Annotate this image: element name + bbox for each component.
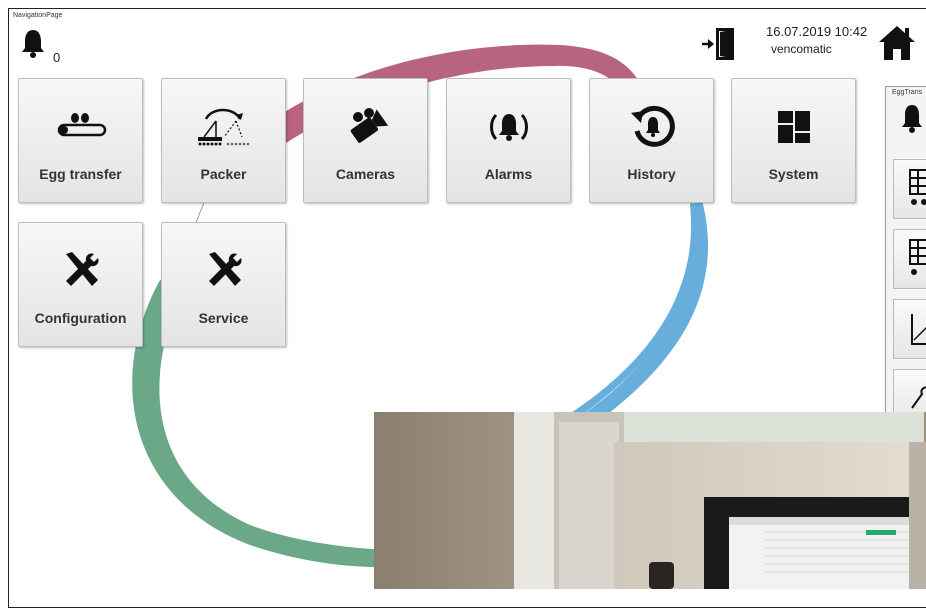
tile-label: Cameras <box>335 166 396 182</box>
egg-transfer-panel-preview: EggTrans <box>885 86 926 429</box>
tile-label: Alarms <box>484 166 533 182</box>
system-grid-icon <box>732 105 855 149</box>
camera-icon <box>304 105 427 149</box>
alarm-count: 0 <box>53 50 61 65</box>
tile-label: Service <box>198 310 249 326</box>
history-icon <box>590 105 713 149</box>
history-button[interactable]: History <box>589 78 714 203</box>
egg-transfer-button[interactable]: Egg transfer <box>18 78 143 203</box>
packer-icon <box>162 105 285 149</box>
configuration-button[interactable]: Configuration <box>18 222 143 347</box>
tile-label: Configuration <box>34 310 127 326</box>
tile-label: Packer <box>200 166 247 182</box>
table-icon <box>893 159 926 219</box>
username: vencomatic <box>771 42 832 56</box>
alarm-bell-icon <box>447 105 570 149</box>
service-button[interactable]: Service <box>161 222 286 347</box>
cameras-button[interactable]: Cameras <box>303 78 428 203</box>
tile-label: Egg transfer <box>39 166 122 182</box>
alarms-button[interactable]: Alarms <box>446 78 571 203</box>
bell-icon <box>902 105 922 133</box>
page-label: NavigationPage <box>13 12 63 19</box>
table-icon <box>893 229 926 289</box>
egg-conveyor-icon <box>19 105 142 149</box>
tools-icon <box>19 249 142 293</box>
tools-icon <box>162 249 285 293</box>
panel-label: EggTrans <box>892 89 923 96</box>
tile-label: System <box>768 166 819 182</box>
chart-icon <box>893 299 926 359</box>
datetime: 16.07.2019 10:42 <box>766 24 868 39</box>
installation-photo <box>374 412 926 589</box>
logout-icon[interactable] <box>700 26 738 62</box>
system-button[interactable]: System <box>731 78 856 203</box>
tile-label: History <box>627 166 676 182</box>
home-icon[interactable] <box>877 24 917 62</box>
packer-button[interactable]: Packer <box>161 78 286 203</box>
bell-icon[interactable] <box>20 28 46 58</box>
